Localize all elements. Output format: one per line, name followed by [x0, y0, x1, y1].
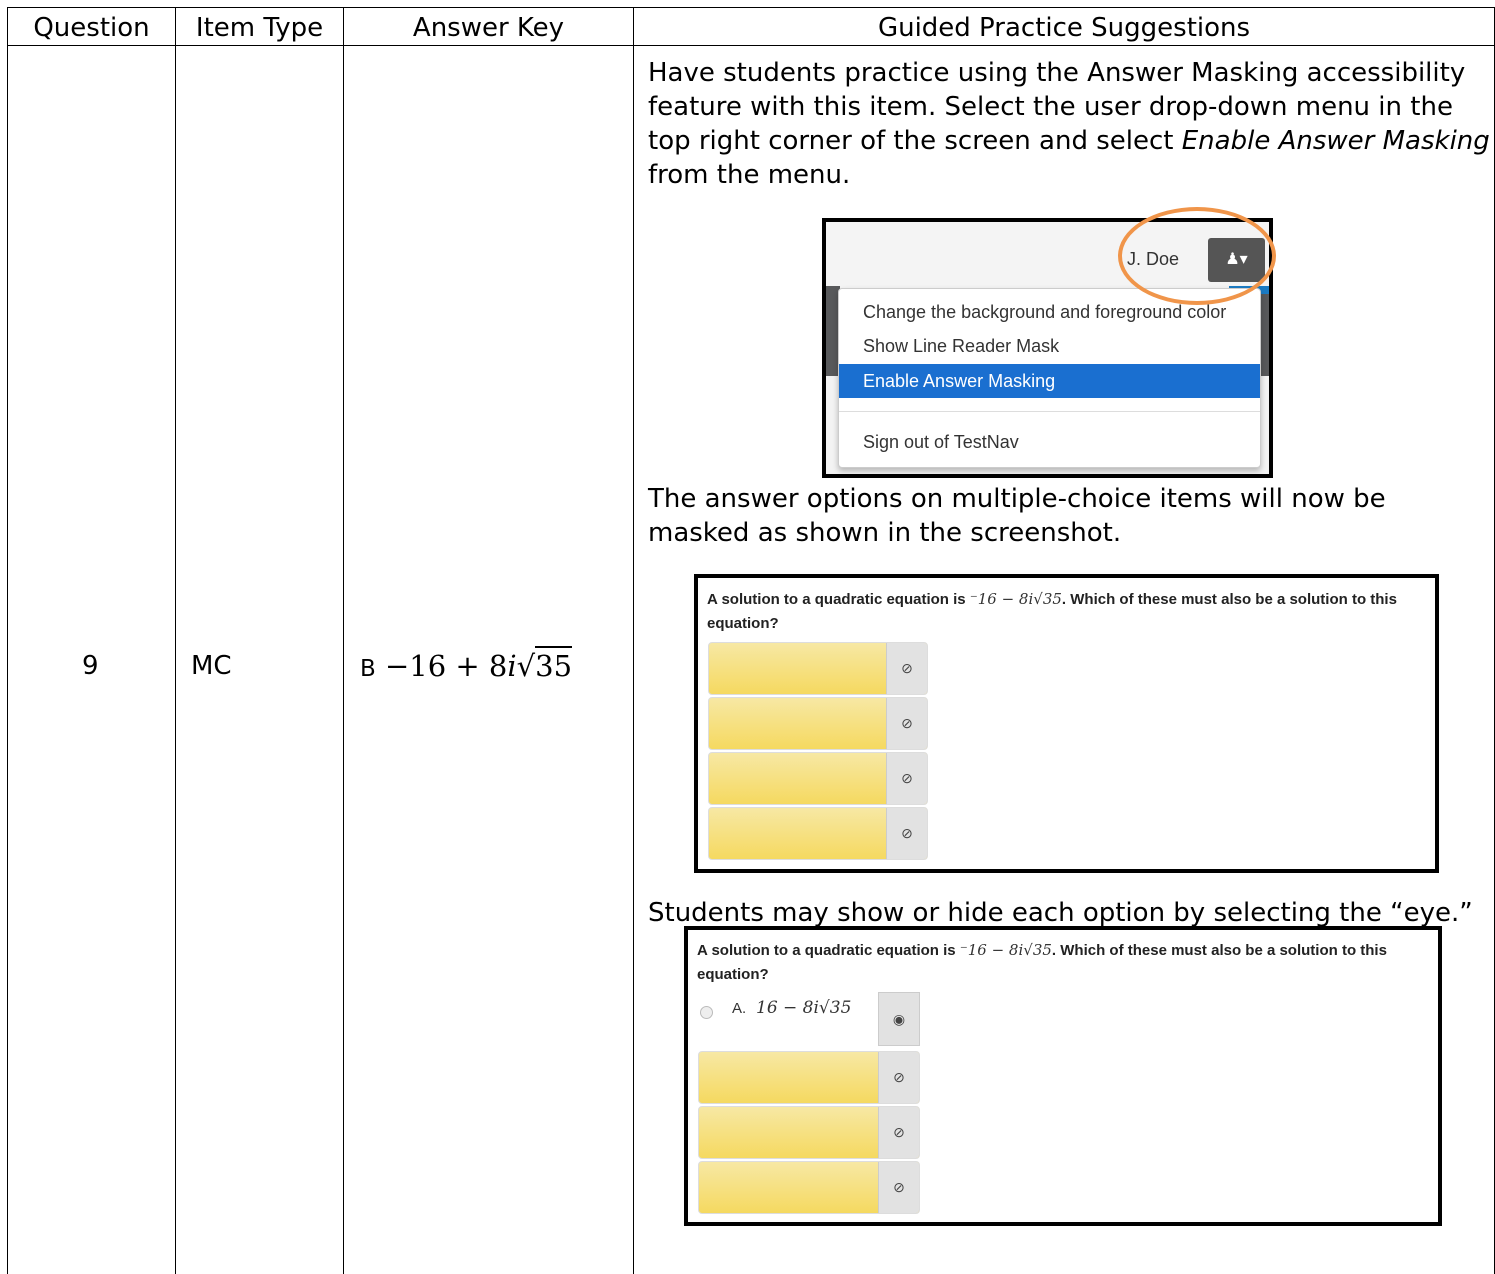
eye-slash-icon[interactable]: ⊘ — [878, 1052, 919, 1103]
answer-letter: B — [360, 656, 376, 682]
guidance-paragraph-2: The answer options on multiple-choice it… — [648, 484, 1386, 548]
masked-option-d[interactable]: ⊘ — [698, 1161, 920, 1214]
option-math: 16 − 8i√35 — [756, 998, 852, 1018]
eye-slash-icon[interactable]: ⊘ — [886, 643, 927, 694]
eye-slash-icon[interactable]: ⊘ — [886, 698, 927, 749]
masked-option-b[interactable]: ⊘ — [698, 1051, 920, 1104]
answer-key: B −16 + 8i√35 — [360, 646, 573, 683]
revealed-question-screenshot: A solution to a quadratic equation is ⁻1… — [684, 926, 1442, 1226]
masked-option-a[interactable]: ⊘ — [708, 642, 928, 695]
revealed-option-a[interactable]: A. 16 − 8i√35 ◉ — [698, 992, 928, 1046]
eye-slash-icon[interactable]: ⊘ — [878, 1107, 919, 1158]
masked-option-c[interactable]: ⊘ — [708, 752, 928, 805]
header-guided-practice: Guided Practice Suggestions — [877, 13, 1251, 43]
header-answer-key: Answer Key — [412, 13, 565, 43]
masked-option-c[interactable]: ⊘ — [698, 1106, 920, 1159]
guidance-paragraph-3: Students may show or hide each option by… — [648, 898, 1473, 928]
menu-divider — [839, 411, 1260, 412]
question-stem: A solution to a quadratic equation is ⁻1… — [697, 941, 1387, 983]
eye-slash-icon[interactable]: ⊘ — [878, 1162, 919, 1213]
header-item-type: Item Type — [195, 13, 324, 43]
table-border-col1 — [175, 7, 176, 1274]
menu-item-answer-masking[interactable]: Enable Answer Masking — [839, 364, 1260, 398]
header-question: Question — [33, 13, 150, 43]
eye-icon[interactable]: ◉ — [878, 992, 920, 1046]
answer-expression: −16 + 8i√35 — [385, 646, 573, 683]
table-border-col3 — [633, 7, 634, 1274]
menu-item-line-reader[interactable]: Show Line Reader Mask — [839, 329, 1260, 363]
masked-option-d[interactable]: ⊘ — [708, 807, 928, 860]
user-dropdown-menu: Change the background and foreground col… — [838, 288, 1261, 468]
eye-slash-icon[interactable]: ⊘ — [886, 808, 927, 859]
masked-option-b[interactable]: ⊘ — [708, 697, 928, 750]
radio-button[interactable] — [700, 1006, 713, 1019]
eye-slash-icon[interactable]: ⊘ — [886, 753, 927, 804]
question-number: 9 — [82, 651, 99, 681]
highlight-circle — [1118, 207, 1276, 305]
table-border-col2 — [343, 7, 344, 1274]
table-border-left — [7, 7, 8, 1274]
item-type: MC — [191, 651, 232, 681]
masked-question-screenshot: A solution to a quadratic equation is ⁻1… — [694, 574, 1439, 873]
guidance-paragraph-1: Have students practice using the Answer … — [648, 58, 1490, 190]
option-letter: A. — [732, 1000, 747, 1017]
menu-item-sign-out[interactable]: Sign out of TestNav — [839, 425, 1260, 459]
question-stem: A solution to a quadratic equation is ⁻1… — [707, 590, 1397, 632]
